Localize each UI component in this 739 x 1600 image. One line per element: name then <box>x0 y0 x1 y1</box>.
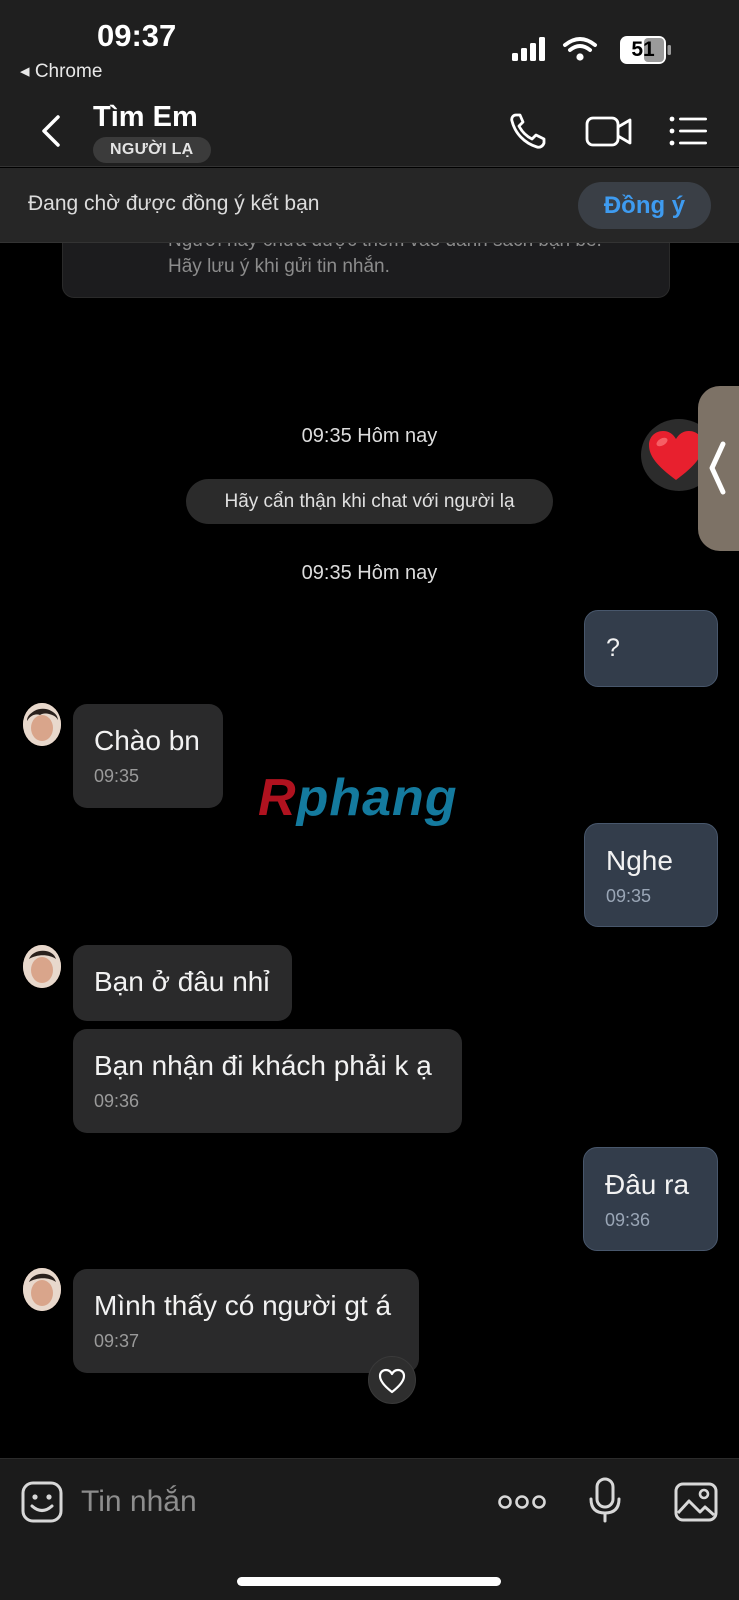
system-warning-message: Hãy cẩn thận khi chat với người lạ <box>186 479 553 524</box>
menu-list-icon[interactable] <box>666 109 710 153</box>
message-time: 09:37 <box>94 1331 140 1351</box>
heart-outline-icon <box>378 1368 406 1394</box>
stranger-badge: NGƯỜI LẠ <box>93 137 211 163</box>
message-text: Mình thấy có người gt á <box>94 1290 392 1321</box>
friend-request-bar: Đang chờ được đồng ý kết bạn Đồng ý <box>0 168 739 243</box>
incoming-message[interactable]: Chào bn 09:35 <box>73 704 223 808</box>
outgoing-message[interactable]: ? <box>584 610 718 687</box>
message-text: Bạn nhận đi khách phải k ạ <box>94 1050 432 1081</box>
message-text: Chào bn <box>94 725 200 756</box>
incoming-message[interactable]: Bạn nhận đi khách phải k ạ 09:36 <box>73 1029 462 1133</box>
contact-avatar[interactable] <box>23 945 61 988</box>
battery-level: 51 <box>631 38 655 61</box>
contact-avatar[interactable] <box>23 703 61 746</box>
friend-request-text: Đang chờ được đồng ý kết bạn <box>28 192 320 215</box>
video-call-icon[interactable] <box>584 109 634 153</box>
contact-avatar[interactable] <box>23 1268 61 1311</box>
accept-friend-button[interactable]: Đồng ý <box>578 182 711 229</box>
chat-header: Tìm Em NGƯỜI LẠ <box>0 95 739 167</box>
incoming-message[interactable]: Mình thấy có người gt á 09:37 <box>73 1269 419 1373</box>
contact-name[interactable]: Tìm Em <box>93 101 198 134</box>
outgoing-message[interactable]: Đâu ra 09:36 <box>583 1147 718 1251</box>
emoji-sticker-icon[interactable] <box>21 1481 63 1523</box>
incoming-message[interactable]: Bạn ở đâu nhỉ <box>73 945 292 1021</box>
home-indicator[interactable] <box>237 1577 501 1586</box>
message-text: ? <box>606 634 620 662</box>
image-gallery-icon[interactable] <box>674 1481 718 1523</box>
status-time: 09:37 <box>97 18 177 53</box>
message-time: 09:35 <box>606 886 652 906</box>
side-panel-handle[interactable] <box>698 386 739 551</box>
microphone-icon[interactable] <box>588 1477 622 1523</box>
message-text: Nghe <box>606 845 673 876</box>
more-options-icon[interactable] <box>498 1481 546 1523</box>
status-bar: 09:37 ◂ Chrome 51 <box>0 0 739 95</box>
time-divider: 09:35 Hôm nay <box>301 425 438 447</box>
message-time: 09:36 <box>94 1091 140 1111</box>
avatar-face-icon <box>23 1268 61 1311</box>
message-text: Đâu ra <box>605 1169 690 1200</box>
message-time: 09:35 <box>94 766 140 786</box>
back-to-chrome-link[interactable]: ◂ Chrome <box>20 60 102 83</box>
watermark-logo: Rphang <box>258 769 458 827</box>
back-arrow-icon[interactable] <box>36 111 66 151</box>
signal-wifi-icon <box>512 37 597 61</box>
message-text: Bạn ở đâu nhỉ <box>94 966 270 997</box>
react-heart-button[interactable] <box>368 1356 416 1404</box>
phone-call-icon[interactable] <box>506 109 550 153</box>
chevron-left-icon <box>709 441 726 495</box>
time-divider: 09:35 Hôm nay <box>301 562 438 584</box>
avatar-face-icon <box>23 703 61 746</box>
message-time: 09:36 <box>605 1210 651 1230</box>
message-composer: Tin nhắn <box>0 1458 739 1600</box>
message-input[interactable]: Tin nhắn <box>81 1485 197 1519</box>
outgoing-message[interactable]: Nghe 09:35 <box>584 823 718 927</box>
heart-icon <box>649 431 703 480</box>
avatar-face-icon <box>23 945 61 988</box>
